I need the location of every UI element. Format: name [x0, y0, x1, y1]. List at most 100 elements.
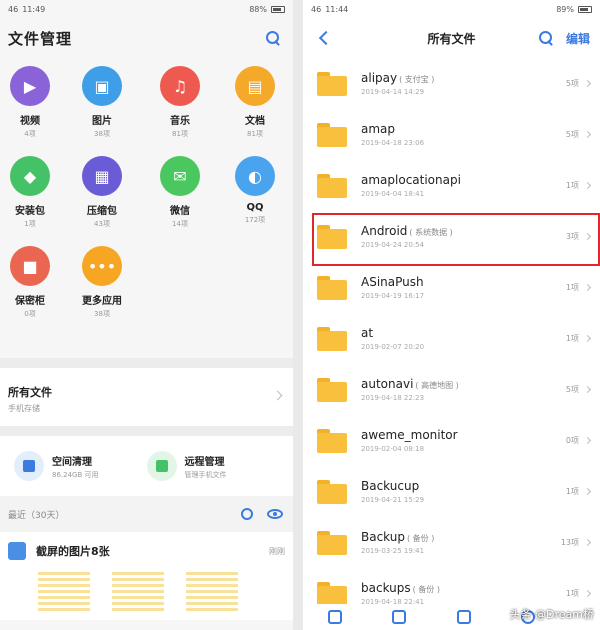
watermark: 头条 @Dream桥: [509, 608, 594, 621]
screenshot-thumbnail[interactable]: [112, 572, 164, 612]
folder-date: 2019-04-18 23:06: [361, 139, 425, 147]
folder-name: backups: [361, 581, 411, 595]
folder-icon: [317, 581, 347, 606]
category-item[interactable]: ■ 保密柜 0项: [5, 246, 55, 319]
search-icon[interactable]: [265, 30, 281, 46]
folder-count: 1项: [565, 589, 579, 598]
folder-tag: ( 高德地图 ): [415, 381, 459, 390]
eye-icon[interactable]: [267, 509, 283, 519]
chevron-right-icon: [583, 232, 592, 241]
screenshots-time: 刚刚: [269, 546, 285, 556]
folder-tag: ( 备份 ): [412, 585, 440, 594]
cleanup-icon: [14, 451, 44, 481]
edit-button[interactable]: 编辑: [566, 30, 590, 47]
category-name: 保密柜: [15, 296, 45, 307]
category-count: 1项: [24, 220, 36, 228]
folder-tag: ( 支付宝 ): [399, 75, 435, 84]
remote-manage-button[interactable]: 远程管理 管理手机文件: [146, 451, 280, 481]
folder-icon: [317, 479, 347, 504]
category-item[interactable]: ◐ QQ 172项: [230, 156, 280, 225]
folder-name: Backucup: [361, 479, 420, 493]
folder-date: 2019-04-21 15:29: [361, 496, 425, 504]
remote-title: 远程管理: [184, 456, 225, 468]
folder-row[interactable]: Android( 系统数据 ) 2019-04-24 20:54 3项: [303, 211, 600, 262]
folder-row[interactable]: alipay( 支付宝 ) 2019-04-14 14:29 5项: [303, 58, 600, 109]
screenshot-thumbnail[interactable]: [186, 572, 238, 612]
category-item[interactable]: ▦ 压缩包 43项: [77, 156, 127, 229]
folder-header: 所有文件 编辑: [303, 18, 600, 58]
folder-icon: [317, 275, 347, 300]
status-time: 11:49: [22, 4, 46, 14]
sort-icon[interactable]: [392, 610, 407, 624]
folder-row[interactable]: autonavi( 高德地图 ) 2019-04-18 22:23 5项: [303, 364, 600, 415]
category-item[interactable]: ▣ 图片 38项: [77, 66, 127, 139]
category-count: 43项: [94, 220, 110, 228]
chevron-right-icon: [583, 385, 592, 394]
chevron-right-icon: [583, 436, 592, 445]
folder-name: amaplocationapi: [361, 173, 461, 187]
category-item[interactable]: ✉ 微信 14项: [155, 156, 205, 229]
folder-row[interactable]: at 2019-02-07 20:20 1项: [303, 313, 600, 364]
folder-tag: ( 系统数据 ): [409, 228, 453, 237]
category-icon: ■: [10, 246, 50, 286]
category-name: 文档: [245, 116, 265, 127]
folder-row[interactable]: Backucup 2019-04-21 15:29 1项: [303, 466, 600, 517]
folder-count: 1项: [565, 334, 579, 343]
category-icon: ▶: [10, 66, 50, 106]
folder-date: 2019-04-24 20:54: [361, 241, 425, 249]
folder-row[interactable]: aweme_monitor 2019-02-04 08:18 0项: [303, 415, 600, 466]
folder-row[interactable]: amaplocationapi 2019-04-04 18:41 1项: [303, 160, 600, 211]
folder-icon: [317, 428, 347, 453]
search-icon[interactable]: [538, 30, 554, 46]
all-files-entry[interactable]: 所有文件 手机存储: [0, 368, 293, 426]
category-item[interactable]: ▶ 视频 4项: [5, 66, 55, 139]
category-name: 安装包: [15, 206, 45, 217]
chevron-right-icon: [583, 283, 592, 292]
clean-icon[interactable]: [456, 610, 471, 624]
folder-row[interactable]: Backup( 备份 ) 2019-03-25 19:41 13项: [303, 517, 600, 568]
folder-icon: [317, 122, 347, 147]
folder-count: 13项: [560, 538, 579, 547]
app-header: 文件管理: [0, 18, 293, 58]
folder-icon: [317, 173, 347, 198]
category-icon: ◆: [10, 156, 50, 196]
category-name: 压缩包: [87, 206, 117, 217]
folder-date: 2019-02-07 20:20: [361, 343, 425, 351]
category-item[interactable]: ••• 更多应用 38项: [77, 246, 127, 319]
chevron-right-icon: [583, 79, 592, 88]
recent-label: 最近（30天）: [8, 510, 65, 521]
signal-indicator: 46: [311, 4, 322, 14]
status-time: 11:44: [325, 4, 349, 14]
folder-date: 2019-02-04 08:18: [361, 445, 425, 453]
category-grid: ▶ 视频 4项 ▣ 图片 38项 ♫ 音乐 81项 ▤ 文档 81项 ◆ 安装包 1项 ▦ 压缩包 43项 ✉ 微信 1…: [0, 58, 293, 358]
new-folder-icon[interactable]: [328, 610, 343, 624]
recent-screenshots-card[interactable]: 截屏的图片8张 刚刚: [0, 532, 293, 620]
folder-count: 1项: [565, 181, 579, 190]
category-icon: ▦: [82, 156, 122, 196]
all-files-subtitle: 手机存储: [8, 404, 40, 413]
battery-percent: 88%: [249, 4, 267, 14]
folder-row[interactable]: ASinaPush 2019-04-19 16:17 1项: [303, 262, 600, 313]
category-count: 172项: [244, 216, 266, 224]
cleanup-subtitle: 86.24GB 可用: [52, 470, 99, 479]
folder-row[interactable]: amap 2019-04-18 23:06 5项: [303, 109, 600, 160]
folder-count: 3项: [565, 232, 579, 241]
category-name: 图片: [92, 116, 112, 127]
category-icon: ▣: [82, 66, 122, 106]
signal-indicator: 46: [8, 4, 19, 14]
category-item[interactable]: ◆ 安装包 1项: [5, 156, 55, 229]
screenshot-thumbnail[interactable]: [38, 572, 90, 612]
refresh-icon[interactable]: [241, 508, 253, 520]
folder-count: 5项: [565, 130, 579, 139]
folder-icon: [317, 224, 347, 249]
category-item[interactable]: ▤ 文档 81项: [230, 66, 280, 139]
folder-count: 5项: [565, 79, 579, 88]
space-cleanup-button[interactable]: 空间清理 86.24GB 可用: [14, 451, 147, 481]
folder-name: autonavi: [361, 377, 414, 391]
category-icon: ✉: [160, 156, 200, 196]
category-item[interactable]: ♫ 音乐 81项: [155, 66, 205, 139]
back-arrow-icon[interactable]: [318, 30, 334, 46]
folder-name: at: [361, 326, 374, 340]
folder-count: 5项: [565, 385, 579, 394]
screenshots-title: 截屏的图片8张: [36, 545, 110, 558]
